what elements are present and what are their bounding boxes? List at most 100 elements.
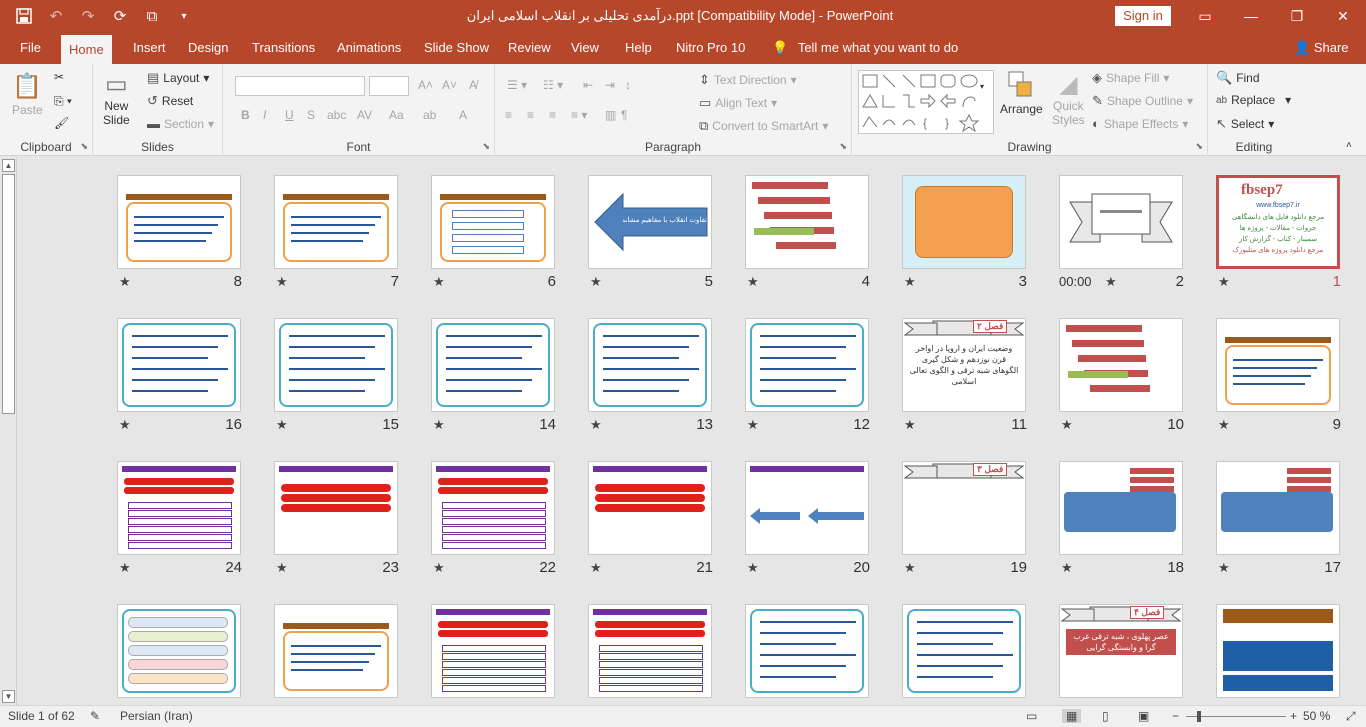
slide-show-view-icon[interactable]: ▣	[1138, 709, 1149, 723]
repeat-icon[interactable]: ⟳	[106, 2, 134, 30]
layout-button[interactable]: ▤ Layout ▾	[147, 70, 209, 86]
ribbon-display-options-icon[interactable]: ▭	[1182, 0, 1228, 32]
format-painter-icon[interactable]: 🖌	[54, 116, 69, 130]
slide-thumbnail[interactable]	[745, 318, 869, 412]
zoom-slider-track[interactable]	[1186, 716, 1286, 717]
sign-in-button[interactable]: Sign in	[1115, 6, 1171, 26]
slide-thumbnail[interactable]: فصل ۲ وضعیت ایران و اروپا در اواخر قرن نو…	[902, 318, 1026, 412]
tab-home[interactable]: Home	[61, 35, 112, 64]
scroll-down-icon[interactable]: ▼	[2, 690, 15, 703]
tab-animations[interactable]: Animations	[329, 32, 409, 64]
italic-icon[interactable]: I	[263, 108, 266, 122]
slide-thumbnail[interactable]	[1059, 461, 1183, 555]
scrollbar-thumb[interactable]	[2, 174, 15, 414]
fit-slide-icon[interactable]: ⤢	[1346, 709, 1356, 724]
character-spacing-icon[interactable]: AV	[357, 108, 372, 122]
zoom-level[interactable]: 50 %	[1303, 709, 1330, 723]
align-left-icon[interactable]: ≡	[505, 108, 512, 122]
copy-icon[interactable]: ⎘ ▾	[54, 94, 72, 109]
increase-indent-icon[interactable]: ⇥	[605, 78, 615, 92]
font-size-select[interactable]	[369, 76, 409, 96]
collapse-ribbon-icon[interactable]: ˄	[1346, 140, 1352, 151]
clear-formatting-icon[interactable]: A̸	[469, 78, 477, 92]
dialog-launcher-icon[interactable]: ⬊	[482, 141, 490, 152]
customize-qat-icon[interactable]: ▾	[170, 2, 198, 30]
tab-insert[interactable]: Insert	[125, 32, 174, 64]
dialog-launcher-icon[interactable]: ⬊	[839, 141, 847, 152]
slide-thumbnail[interactable]	[431, 175, 555, 269]
cut-icon[interactable]: ✂	[54, 70, 64, 84]
zoom-in-icon[interactable]: +	[1290, 709, 1297, 723]
rtl-icon[interactable]: ¶	[621, 108, 627, 122]
slide-thumbnail[interactable]	[274, 318, 398, 412]
columns-icon[interactable]: ▥	[605, 108, 616, 122]
undo-icon[interactable]: ↶	[42, 2, 70, 30]
tab-review[interactable]: Review	[500, 32, 559, 64]
slide-thumbnail[interactable]	[431, 318, 555, 412]
slide-sorter-view-icon[interactable]: ▦	[1062, 709, 1082, 723]
slide-thumbnail[interactable]: fbsep7 www.fbsep7.ir مرجع دانلود فایل های …	[1216, 175, 1340, 269]
tab-transitions[interactable]: Transitions	[244, 32, 323, 64]
bullets-icon[interactable]: ☰ ▾	[507, 78, 527, 92]
font-color-icon[interactable]: A	[459, 108, 467, 122]
slide-thumbnail[interactable]	[745, 175, 869, 269]
font-family-select[interactable]	[235, 76, 365, 96]
slide-thumbnail[interactable]	[1216, 461, 1340, 555]
normal-view-icon[interactable]: ▭	[1026, 709, 1037, 723]
align-center-icon[interactable]: ≡	[527, 108, 534, 122]
vertical-scrollbar[interactable]: ▲ ▼	[0, 157, 17, 705]
redo-icon[interactable]: ↷	[74, 2, 102, 30]
slide-thumbnail[interactable]	[588, 318, 712, 412]
decrease-font-icon[interactable]: A˅	[442, 78, 457, 92]
slide-thumbnail[interactable]	[431, 604, 555, 698]
zoom-out-icon[interactable]: −	[1172, 709, 1179, 723]
tab-design[interactable]: Design	[180, 32, 236, 64]
slide-thumbnail[interactable]	[1059, 318, 1183, 412]
language-indicator[interactable]: Persian (Iran)	[120, 709, 193, 723]
find-button[interactable]: 🔍 Find	[1216, 70, 1260, 86]
select-button[interactable]: ↖ Select ▾	[1216, 116, 1274, 132]
slide-thumbnail[interactable]	[745, 604, 869, 698]
align-right-icon[interactable]: ≡	[549, 108, 556, 122]
save-icon[interactable]	[10, 2, 38, 30]
slide-thumbnail[interactable]	[274, 604, 398, 698]
line-spacing-icon[interactable]: ↕	[625, 78, 631, 92]
minimize-icon[interactable]: —	[1228, 0, 1274, 32]
align-text-button[interactable]: ▭ Align Text ▾	[699, 95, 777, 111]
tab-file[interactable]: File	[12, 32, 49, 64]
numbering-icon[interactable]: ☷ ▾	[543, 78, 563, 92]
slide-thumbnail[interactable]	[902, 604, 1026, 698]
justify-icon[interactable]: ≡ ▾	[571, 108, 587, 122]
slide-thumbnail[interactable]: فصل ۳	[902, 461, 1026, 555]
slide-thumbnail[interactable]	[117, 318, 241, 412]
slide-thumbnail[interactable]	[588, 604, 712, 698]
slide-thumbnail[interactable]	[1216, 604, 1340, 698]
decrease-indent-icon[interactable]: ⇤	[583, 78, 593, 92]
shape-outline-button[interactable]: ✎ Shape Outline ▾	[1092, 93, 1193, 109]
underline-icon[interactable]: U	[285, 108, 294, 122]
replace-button[interactable]: ab Replace ▾	[1216, 93, 1291, 107]
reset-button[interactable]: ↺ Reset	[147, 93, 193, 109]
share-button[interactable]: 👤 Share	[1286, 32, 1357, 64]
shape-effects-button[interactable]: ◐ Shape Effects ▾	[1092, 116, 1188, 131]
shadow-icon[interactable]: S	[307, 108, 315, 122]
slide-thumbnail[interactable]: تفاوت انقلاب با مفاهیم مشابه اجتماعی	[588, 175, 712, 269]
quick-styles-button[interactable]: ◢ Quick Styles	[1052, 70, 1085, 127]
slide-thumbnail[interactable]	[1216, 318, 1340, 412]
reading-view-icon[interactable]: ▯	[1102, 709, 1109, 723]
dialog-launcher-icon[interactable]: ⬊	[80, 141, 88, 152]
slide-thumbnail[interactable]	[431, 461, 555, 555]
dialog-launcher-icon[interactable]: ⬊	[1195, 141, 1203, 152]
slide-thumbnail[interactable]	[588, 461, 712, 555]
slide-thumbnail[interactable]	[117, 175, 241, 269]
tell-me-search[interactable]: 💡 Tell me what you want to do	[764, 32, 966, 64]
paste-button[interactable]: 📋 Paste	[12, 72, 43, 117]
text-direction-button[interactable]: ⇕ Text Direction ▾	[699, 72, 797, 88]
tab-help[interactable]: Help	[617, 32, 660, 64]
zoom-slider-thumb[interactable]	[1197, 711, 1201, 722]
tab-view[interactable]: View	[563, 32, 607, 64]
spelling-icon[interactable]: ✎	[90, 709, 100, 723]
scroll-up-icon[interactable]: ▲	[2, 159, 15, 172]
restore-icon[interactable]: ❐	[1274, 0, 1320, 32]
arrange-button[interactable]: Arrange	[1000, 70, 1043, 116]
